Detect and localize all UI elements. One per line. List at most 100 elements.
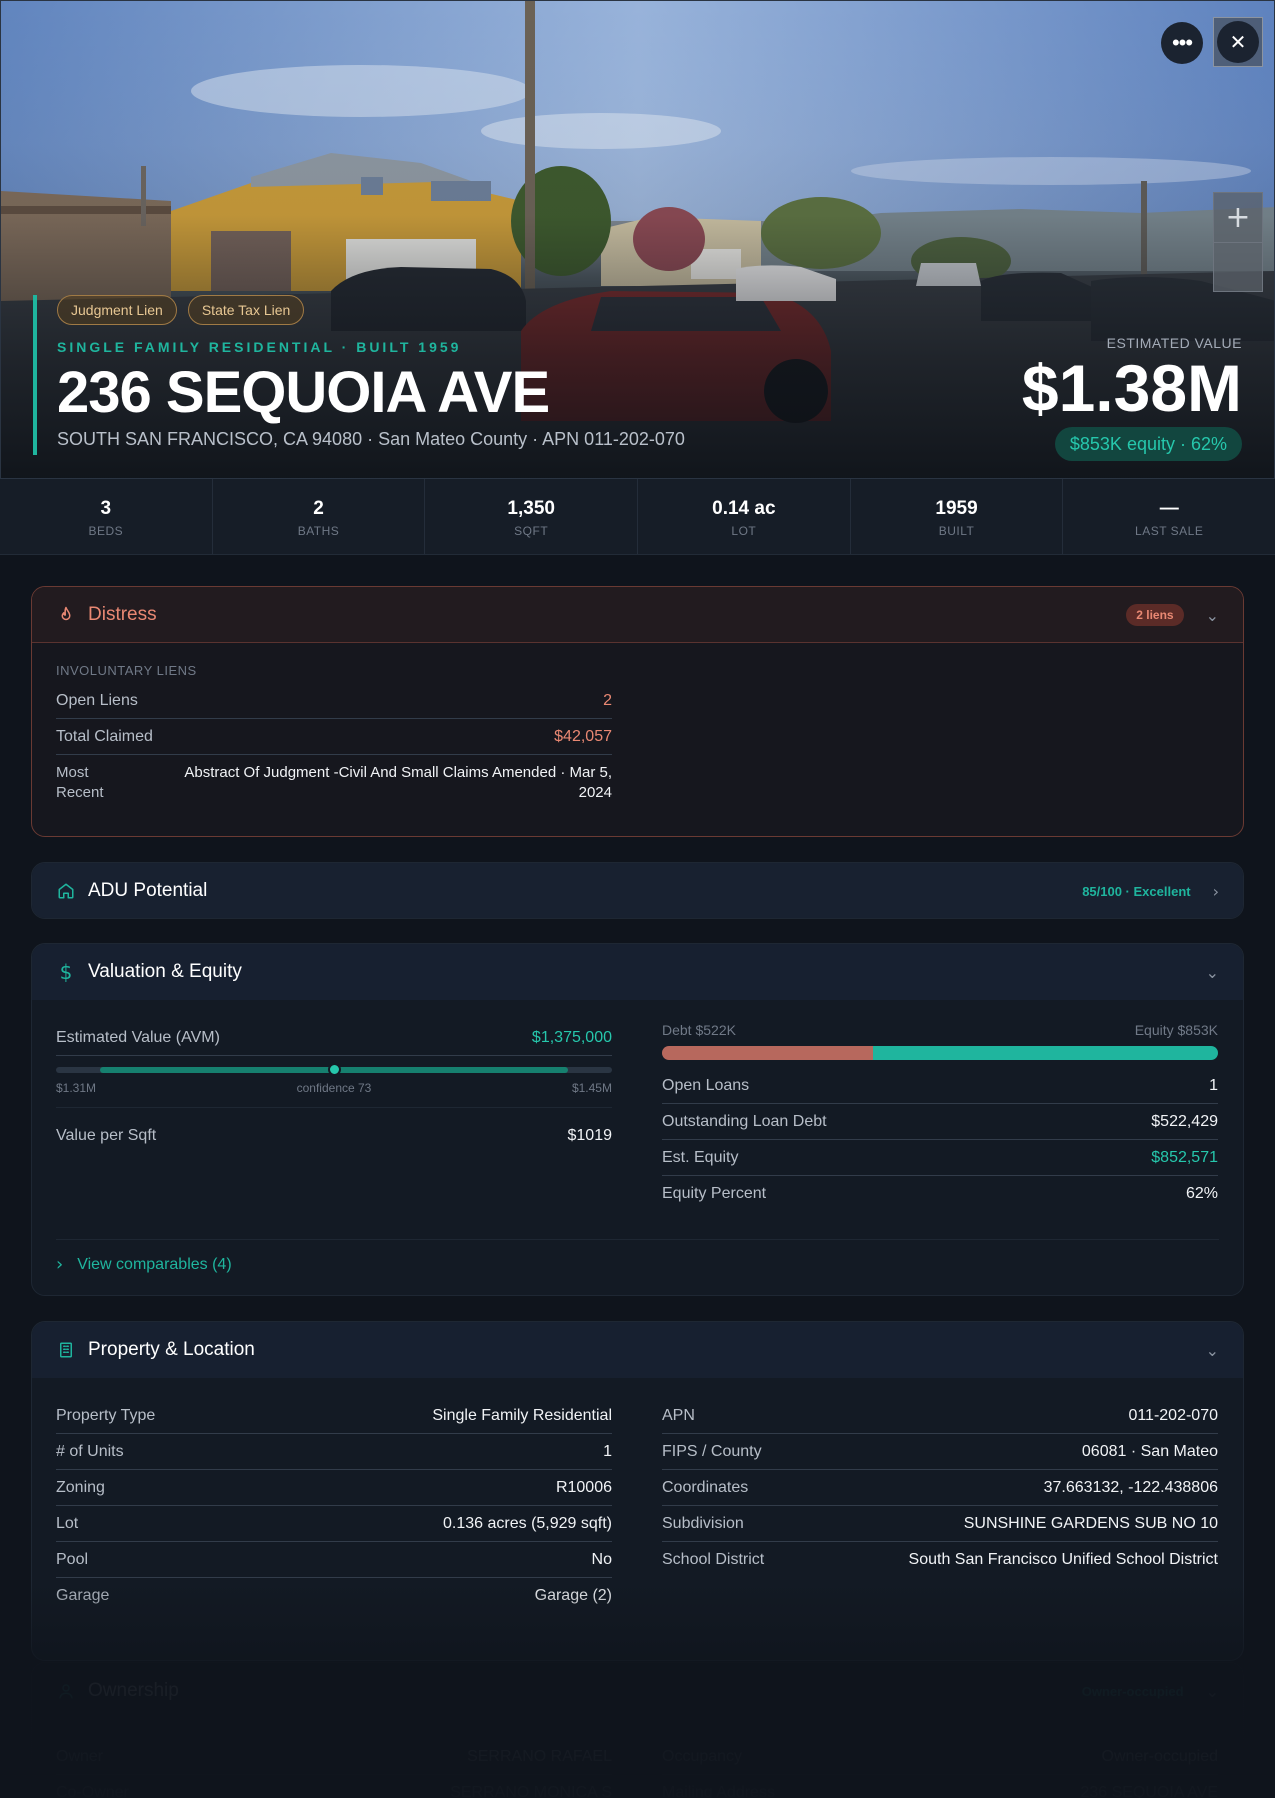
row-value: Abstract Of Judgment -Civil And Small Cl… [184, 764, 612, 801]
subdivision-row: Subdivision SUNSHINE GARDENS SUB NO 10 [662, 1506, 1218, 1542]
plus-icon: + [1225, 200, 1251, 235]
confidence-label: confidence 73 [296, 1081, 372, 1095]
zoom-out-button[interactable] [1214, 243, 1262, 292]
row-value: 2 [603, 691, 612, 709]
row-label: Lot [56, 1514, 79, 1532]
fips-row: FIPS / County 06081 · San Mateo [662, 1434, 1218, 1470]
valuation-right: Debt $522K Equity $853K Open Loans 1 Out… [662, 1022, 1218, 1212]
stat-value: — [1159, 498, 1179, 519]
dollar-icon: $ [59, 960, 73, 984]
hero-address-block: Judgment Lien State Tax Lien SINGLE FAMI… [33, 295, 685, 455]
valuation-header[interactable]: $ Valuation & Equity ⌄ [32, 944, 1243, 1000]
view-comparables-link[interactable]: › View comparables (4) [56, 1254, 232, 1275]
row-value: $852,571 [1151, 1148, 1218, 1166]
row-label: School District [662, 1551, 765, 1568]
row-label: Mailing Address [662, 1784, 775, 1798]
row-value: SERRANO MONICA S [450, 1784, 612, 1798]
row-label: Pool [56, 1550, 89, 1568]
open-liens-row: Open Liens 2 [56, 683, 612, 719]
property-location-card: Property & Location ⌄ Property Type Singl… [31, 1321, 1244, 1661]
row-value: $42,057 [554, 727, 612, 745]
row-label: Outstanding Loan Debt [662, 1112, 827, 1130]
row-label: FIPS / County [662, 1442, 762, 1460]
row-value: 62% [1185, 1185, 1218, 1202]
involuntary-liens-label: INVOLUNTARY LIENS [56, 663, 197, 678]
building-icon [56, 1340, 76, 1360]
distress-header[interactable]: Distress 2 liens ⌄ [32, 587, 1243, 643]
ownership-card: Ownership Owner-occupied ⌄ Owner SERRANO … [31, 1662, 1244, 1798]
property-detail-panel: ••• ✕ + Judgment Lien State Tax Lien SIN… [0, 0, 1275, 1798]
property-header[interactable]: Property & Location ⌄ [32, 1322, 1243, 1378]
row-label: Subdivision [662, 1514, 744, 1532]
occupancy-row: Occupancy Owner-occupied [662, 1739, 1218, 1775]
pool-row: Pool No [56, 1542, 612, 1578]
flame-icon [56, 605, 76, 625]
garage-row: Garage Garage (2) [56, 1578, 612, 1614]
hero-street-view[interactable]: ••• ✕ + Judgment Lien State Tax Lien SIN… [0, 0, 1275, 479]
tag-judgment-lien[interactable]: Judgment Lien [57, 295, 177, 325]
mailing-address-row: Mailing Address 236 SEQUOIA AVE [662, 1775, 1218, 1798]
chevron-down-icon[interactable]: ⌄ [1206, 963, 1219, 982]
row-label: Occupancy [662, 1747, 743, 1765]
row-label: Estimated Value (AVM) [56, 1028, 220, 1046]
distress-body: INVOLUNTARY LIENS Open Liens 2 Total Cla… [56, 663, 612, 803]
hero-valuation-block: ESTIMATED VALUE $1.38M $853K equity · 62… [1022, 335, 1242, 461]
ownership-header[interactable]: Ownership Owner-occupied ⌄ [32, 1663, 1243, 1719]
avm-row: Estimated Value (AVM) $1,375,000 [56, 1020, 612, 1056]
user-icon [56, 1681, 76, 1701]
owner-row: Owner SERRANO RAFAEL [56, 1739, 612, 1775]
debt-equity-bar [662, 1046, 1218, 1060]
row-label: Open Liens [56, 691, 138, 709]
chevron-down-icon[interactable]: ⌄ [1206, 606, 1219, 625]
stat-value: 0.14 ac [712, 498, 776, 519]
estimated-value-label: ESTIMATED VALUE [1106, 335, 1242, 351]
distress-title: Distress [88, 603, 157, 625]
row-value: $522,429 [1151, 1112, 1218, 1130]
stat-label: LOT [731, 524, 757, 538]
row-label: Value per Sqft [56, 1127, 157, 1144]
avm-range-bar [56, 1063, 612, 1076]
row-value: 0.136 acres (5,929 sqft) [443, 1514, 612, 1532]
ownership-left: Owner SERRANO RAFAEL Co-Owner SERRANO MONI… [56, 1739, 612, 1798]
more-options-button[interactable]: ••• [1161, 22, 1203, 64]
close-button[interactable]: ✕ [1217, 21, 1259, 63]
stat-sqft: 1,350 SQFT [425, 479, 639, 554]
row-label: Co-Owner [56, 1784, 129, 1798]
property-type-eyebrow: SINGLE FAMILY RESIDENTIAL · BUILT 1959 [57, 339, 462, 355]
row-label: Est. Equity [662, 1148, 739, 1166]
debt-label: Debt $522K [662, 1022, 736, 1038]
row-value: 37.663132, -122.438806 [1043, 1478, 1218, 1496]
stat-label: BATHS [297, 524, 340, 538]
liens-count-badge: 2 liens [1126, 604, 1184, 626]
value-per-sqft-row: Value per Sqft $1019 [56, 1118, 612, 1154]
row-label: APN [662, 1406, 695, 1424]
adu-potential-card[interactable]: ADU Potential 85/100 · Excellent › [31, 862, 1244, 919]
row-value: $1,375,000 [531, 1028, 612, 1046]
row-value: SUNSHINE GARDENS SUB NO 10 [963, 1514, 1218, 1532]
chevron-down-icon[interactable]: ⌄ [1206, 1341, 1219, 1360]
adu-header[interactable]: ADU Potential 85/100 · Excellent › [32, 863, 1243, 918]
zoom-in-button[interactable]: + [1214, 193, 1262, 242]
equity-badge: $853K equity · 62% [1054, 427, 1242, 461]
zoning-row: Zoning R10006 [56, 1470, 612, 1506]
stat-label: BUILT [938, 524, 975, 538]
row-label: Equity Percent [662, 1185, 767, 1202]
tag-state-tax-lien[interactable]: State Tax Lien [187, 295, 305, 325]
stat-label: LAST SALE [1135, 524, 1204, 538]
valuation-equity-card: $ Valuation & Equity ⌄ Estimated Value (… [31, 943, 1244, 1296]
row-value: 06081 · San Mateo [1081, 1442, 1218, 1460]
co-owner-row: Co-Owner SERRANO MONICA S [56, 1775, 612, 1798]
row-value: South San Francisco Unified School Distr… [908, 1551, 1218, 1568]
units-row: # of Units 1 [56, 1434, 612, 1470]
row-value: 236 SEQUOIA AVE [1080, 1784, 1218, 1798]
stat-built: 1959 BUILT [851, 479, 1064, 554]
avm-point-marker [328, 1063, 341, 1076]
property-type-row: Property Type Single Family Residential [56, 1398, 612, 1434]
chevron-right-icon[interactable]: › [1213, 882, 1219, 901]
chevron-right-icon: › [56, 1254, 64, 1275]
chevron-down-icon[interactable]: ⌄ [1206, 1682, 1219, 1701]
range-high: $1.45M [571, 1081, 612, 1095]
row-label: Coordinates [662, 1478, 749, 1496]
avm-range: $1.31M confidence 73 $1.45M [56, 1063, 612, 1095]
row-label: Zoning [56, 1478, 105, 1496]
